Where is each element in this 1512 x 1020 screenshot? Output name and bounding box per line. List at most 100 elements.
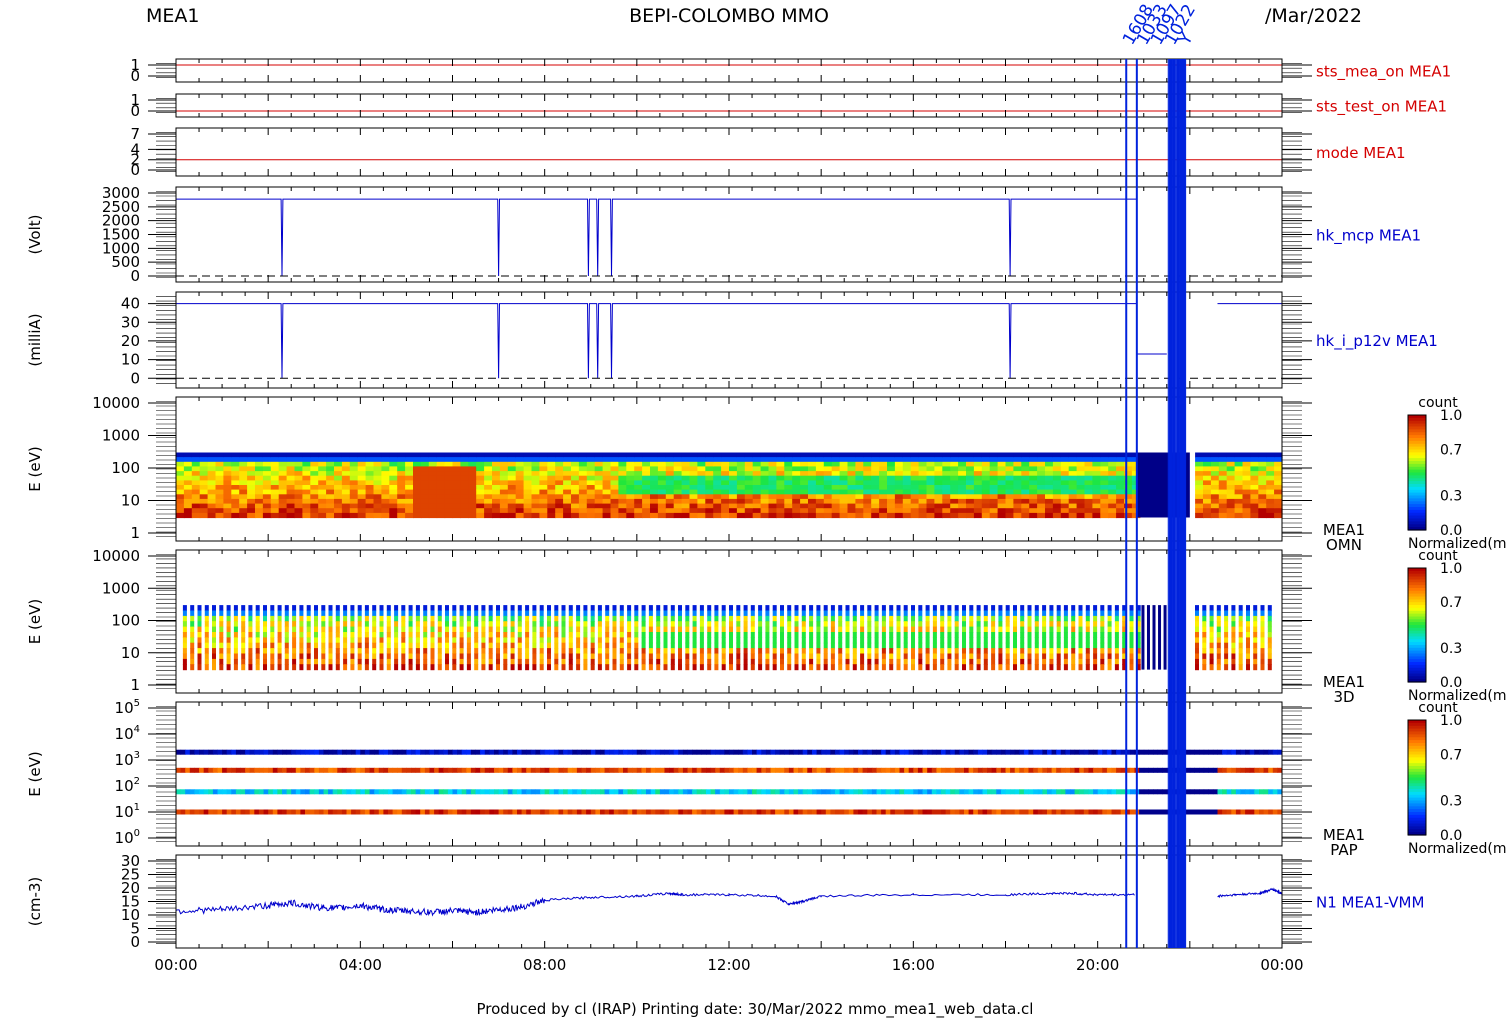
3d-cell	[554, 632, 559, 638]
spectrogram-cell	[594, 452, 604, 458]
3d-cell	[627, 605, 632, 612]
3d-cell	[903, 664, 908, 671]
spectrogram-cell	[452, 512, 461, 519]
3d-cell	[437, 637, 442, 644]
3d-cell	[1042, 642, 1047, 649]
spectrogram-cell	[531, 471, 540, 477]
3d-cell	[364, 658, 369, 665]
3d-cell	[641, 648, 646, 655]
3d-cell	[634, 664, 639, 671]
spectrogram-cell	[887, 498, 896, 505]
spectrogram-cell	[942, 461, 951, 467]
pap-band-cell	[429, 767, 435, 773]
3d-cell	[962, 621, 966, 628]
pap-band-cell	[254, 767, 260, 773]
3d-cell	[343, 615, 348, 622]
spectrogram-cell	[1021, 508, 1030, 514]
spectrogram-cell	[1210, 471, 1220, 477]
3d-cell	[1253, 626, 1258, 633]
spectrogram-cell	[389, 471, 398, 477]
pap-band-cell	[300, 749, 306, 755]
spectrogram-cell	[642, 452, 651, 458]
3d-cell	[1107, 637, 1112, 644]
pap-band-cell	[917, 749, 923, 755]
3d-cell	[503, 664, 508, 671]
3d-cell	[1224, 605, 1229, 612]
spectrogram-cell	[207, 489, 217, 495]
3d-cell	[1209, 642, 1214, 649]
3d-cell	[204, 658, 209, 665]
pap-band-cell	[189, 767, 195, 773]
spectrogram-cell	[531, 461, 540, 467]
spectrogram-cell	[689, 466, 698, 472]
spectrogram-cell	[942, 508, 951, 514]
pap-band-cell	[576, 767, 582, 773]
spectrogram-cell	[499, 480, 509, 486]
spectrogram-cell	[618, 498, 627, 505]
spectrogram-cell	[365, 471, 375, 477]
spectrogram-cell	[665, 466, 675, 472]
spectrogram-cell	[823, 461, 833, 467]
3d-cell	[561, 605, 566, 612]
3d-cell	[838, 632, 843, 638]
3d-cell	[801, 648, 806, 655]
3d-cell	[357, 626, 362, 633]
spectrogram-cell	[808, 466, 817, 472]
spectrogram-cell	[428, 485, 438, 491]
3d-cell	[241, 658, 246, 665]
spectrogram-cell	[1195, 489, 1204, 495]
pap-band-cell	[475, 749, 481, 755]
spectrogram-cell	[1226, 498, 1236, 505]
pap-band-cell	[710, 749, 716, 755]
spectrogram-cell	[515, 466, 525, 472]
3d-cell	[517, 658, 522, 665]
spectrogram-cell	[902, 480, 912, 486]
3d-cell	[357, 610, 362, 617]
3d-cell	[372, 610, 377, 617]
3d-cell	[976, 626, 981, 633]
spectrogram-cell	[341, 508, 351, 514]
3d-cell	[1093, 610, 1098, 617]
3d-cell	[663, 621, 668, 628]
spectrogram-cell	[871, 503, 880, 509]
3d-cell	[328, 632, 333, 638]
spectrogram-cell	[958, 475, 967, 481]
spectrogram-cell	[255, 452, 264, 458]
spectrogram-cell	[736, 480, 746, 486]
3d-cell	[1107, 610, 1112, 617]
spectrogram-cell	[934, 498, 943, 505]
pap-band-cell	[894, 749, 900, 755]
spectrogram-cell	[578, 485, 588, 491]
3d-cell	[1209, 615, 1214, 622]
spectrogram-cell	[255, 498, 264, 505]
spectrogram-cell	[523, 452, 533, 458]
spectrogram-cell	[642, 512, 651, 519]
spectrogram-cell	[468, 512, 477, 519]
spectrogram-cell	[989, 503, 999, 509]
spectrogram-cell	[452, 503, 461, 509]
pap-band-cell	[876, 749, 882, 755]
spectrogram-cell	[713, 457, 722, 463]
3d-cell	[925, 626, 930, 633]
spectrogram-cell	[697, 508, 706, 514]
spectrogram-cell	[1258, 498, 1267, 505]
spectrogram-cell	[555, 503, 564, 509]
3d-cell	[787, 653, 792, 660]
3d-cell	[845, 632, 850, 638]
3d-cell	[372, 626, 377, 633]
3d-cell	[299, 664, 304, 671]
spectrogram-cell	[831, 466, 841, 472]
3d-cell	[678, 605, 682, 612]
spectrogram-cell	[286, 457, 296, 463]
3d-cell	[809, 632, 814, 638]
3d-cell	[263, 642, 267, 649]
spectrogram-cell	[1116, 475, 1125, 481]
3d-cell	[554, 626, 559, 633]
spectrogram-cell	[973, 498, 983, 505]
spectrogram-cell	[1226, 494, 1236, 500]
3d-cell	[794, 610, 799, 617]
3d-cell	[503, 637, 508, 644]
3d-cell	[954, 637, 959, 644]
3d-cell	[845, 626, 850, 633]
spectrogram-cell	[499, 457, 509, 463]
